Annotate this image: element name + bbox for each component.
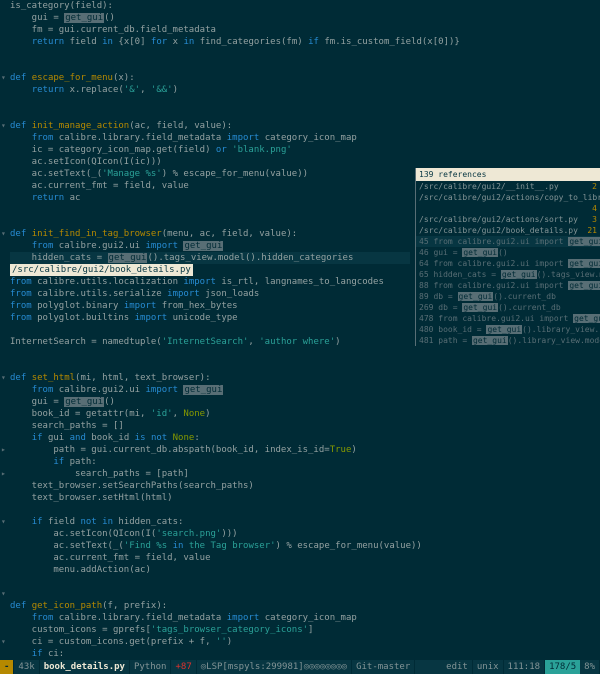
sb-lsp: ◎LSP[mspyls:299981]◎◎◎◎◎◎◎◎	[197, 660, 352, 674]
code-line[interactable]: from calibre.library.field_metadata impo…	[10, 612, 465, 624]
code-line[interactable]: if path:	[10, 456, 465, 468]
reference-code-row[interactable]: 46 gui = get_gui()	[416, 247, 600, 258]
sb-edit: edit	[442, 660, 473, 674]
reference-code-row[interactable]: 88 from calibre.gui2.ui import get_gui	[416, 280, 600, 291]
reference-file-row[interactable]: /src/calibre/gui2/book_details.py21	[416, 225, 600, 236]
code-line[interactable]: from calibre.utils.localization import i…	[10, 276, 465, 288]
code-line[interactable]: def init_manage_action(ac, field, value)…	[10, 120, 465, 132]
fold-marker[interactable]: ▸	[1, 444, 6, 456]
fold-marker[interactable]: ▾	[1, 636, 6, 648]
code-line[interactable]: from calibre.gui2.ui import get_gui	[10, 384, 465, 396]
fold-gutter[interactable]: ▾ ▾ ▾ ▾ ▸ ▸ ▾ ▾ ▾	[0, 0, 10, 660]
code-line[interactable]: ac.current_fmt = field, value	[10, 552, 465, 564]
code-line[interactable]: if gui and book_id is not None:	[10, 432, 465, 444]
code-line[interactable]: return field in {x[0] for x in find_cate…	[10, 36, 465, 48]
fold-marker[interactable]: ▾	[1, 120, 6, 132]
code-line[interactable]: text_browser.setSearchPaths(search_paths…	[10, 480, 465, 492]
code-line[interactable]	[10, 588, 465, 600]
sb-file: book_details.py	[40, 660, 130, 674]
sb-size: 43k	[14, 660, 39, 674]
fold-marker[interactable]: ▾	[1, 372, 6, 384]
sb-flag: +87	[171, 660, 196, 674]
code-line[interactable]: from calibre.utils.serialize import json…	[10, 288, 465, 300]
code-line[interactable]	[10, 96, 465, 108]
code-line[interactable]: custom_icons = gprefs['tags_browser_cate…	[10, 624, 465, 636]
code-area[interactable]: is_category(field): gui = get_gui() fm =…	[10, 0, 465, 660]
fold-marker[interactable]: ▾	[1, 72, 6, 84]
code-line[interactable]: InternetSearch = namedtuple('InternetSea…	[10, 336, 465, 348]
code-line[interactable]: search_paths = [path]	[10, 468, 465, 480]
reference-code-row[interactable]: 481 path = get_gui().library_view.model(…	[416, 335, 600, 346]
sb-lang: Python	[130, 660, 172, 674]
code-line[interactable]: if ci:	[10, 648, 465, 660]
code-line[interactable]: search_paths = []	[10, 420, 465, 432]
code-line[interactable]: menu.addAction(ac)	[10, 564, 465, 576]
sb-git: Git-master	[352, 660, 415, 674]
reference-code-row[interactable]: 64 from calibre.gui2.ui import get_gui	[416, 258, 600, 269]
code-line[interactable]: gui = get_gui()	[10, 12, 465, 24]
reference-file-row[interactable]: /src/calibre/gui2/actions/sort.py3	[416, 214, 600, 225]
code-line[interactable]: book_id = getattr(mi, 'id', None)	[10, 408, 465, 420]
code-line[interactable]: if field not in hidden_cats:	[10, 516, 465, 528]
code-line[interactable]	[10, 60, 465, 72]
reference-code-row[interactable]: 65 hidden_cats = get_gui().tags_view.mod…	[416, 269, 600, 280]
references-panel[interactable]: 139 references /src/calibre/gui2/__init_…	[415, 168, 600, 346]
code-line[interactable]: ac.setText(_('Find %s in the Tag browser…	[10, 540, 465, 552]
code-line[interactable]: from polyglot.binary import from_hex_byt…	[10, 300, 465, 312]
reference-code-row[interactable]: 45 from calibre.gui2.ui import get_gui	[416, 236, 600, 247]
code-line[interactable]: from calibre.gui2.ui import get_gui	[10, 240, 465, 252]
code-line[interactable]: text_browser.setHtml(html)	[10, 492, 465, 504]
code-line[interactable]: is_category(field):	[10, 0, 465, 12]
code-line[interactable]	[10, 324, 465, 336]
sb-pct: 8%	[580, 660, 600, 674]
code-line[interactable]: def set_html(mi, html, text_browser):	[10, 372, 465, 384]
code-line[interactable]: hidden_cats = get_gui().tags_view.model(…	[10, 252, 465, 264]
reference-code-row[interactable]: 89 db = get_gui().current_db	[416, 291, 600, 302]
code-line[interactable]: ac.setText(_('Manage %s') % escape_for_m…	[10, 168, 465, 180]
code-line[interactable]: /src/calibre/gui2/book_details.py	[10, 264, 465, 276]
code-line[interactable]: ac.setIcon(QIcon(I(ic)))	[10, 156, 465, 168]
code-line[interactable]: ac.setIcon(QIcon(I('search.png')))	[10, 528, 465, 540]
fold-marker[interactable]: ▾	[1, 516, 6, 528]
code-line[interactable]: return ac	[10, 192, 465, 204]
code-line[interactable]	[10, 48, 465, 60]
fold-marker[interactable]: ▾	[1, 228, 6, 240]
code-line[interactable]	[10, 216, 465, 228]
sb-mode: -	[0, 660, 14, 674]
code-line[interactable]: ci = custom_icons.get(prefix + f, '')	[10, 636, 465, 648]
reference-code-row[interactable]: 478 from calibre.gui2.ui import get_gui	[416, 313, 600, 324]
code-line[interactable]: return x.replace('&', '&&')	[10, 84, 465, 96]
reference-file-row[interactable]: /src/calibre/gui2/__init__.py2	[416, 181, 600, 192]
reference-file-row[interactable]: /src/calibre/gui2/actions/copy_to_librar…	[416, 192, 600, 214]
code-line[interactable]: from polyglot.builtins import unicode_ty…	[10, 312, 465, 324]
fold-marker[interactable]: ▾	[1, 588, 6, 600]
code-line[interactable]	[10, 204, 465, 216]
code-line[interactable]: def escape_for_menu(x):	[10, 72, 465, 84]
code-line[interactable]: fm = gui.current_db.field_metadata	[10, 24, 465, 36]
code-line[interactable]: from calibre.library.field_metadata impo…	[10, 132, 465, 144]
fold-marker[interactable]: ▸	[1, 468, 6, 480]
reference-code-row[interactable]: 480 book_id = get_gui().library_view.cur…	[416, 324, 600, 335]
code-line[interactable]: ic = category_icon_map.get(field) or 'bl…	[10, 144, 465, 156]
sb-loc: 178/5	[545, 660, 580, 674]
code-line[interactable]: def init_find_in_tag_browser(menu, ac, f…	[10, 228, 465, 240]
references-panel-title: 139 references	[416, 168, 600, 181]
sb-enc: unix	[473, 660, 504, 674]
code-line[interactable]	[10, 504, 465, 516]
code-line[interactable]	[10, 576, 465, 588]
reference-code-row[interactable]: 269 db = get_gui().current_db	[416, 302, 600, 313]
code-line[interactable]	[10, 108, 465, 120]
status-bar: - 43k book_details.py Python +87 ◎LSP[ms…	[0, 660, 600, 674]
code-line[interactable]: gui = get_gui()	[10, 396, 465, 408]
code-line[interactable]: path = gui.current_db.abspath(book_id, i…	[10, 444, 465, 456]
code-line[interactable]	[10, 348, 465, 360]
code-line[interactable]	[10, 360, 465, 372]
code-line[interactable]: ac.current_fmt = field, value	[10, 180, 465, 192]
code-line[interactable]: def get_icon_path(f, prefix):	[10, 600, 465, 612]
sb-pos: 111:18	[504, 660, 546, 674]
